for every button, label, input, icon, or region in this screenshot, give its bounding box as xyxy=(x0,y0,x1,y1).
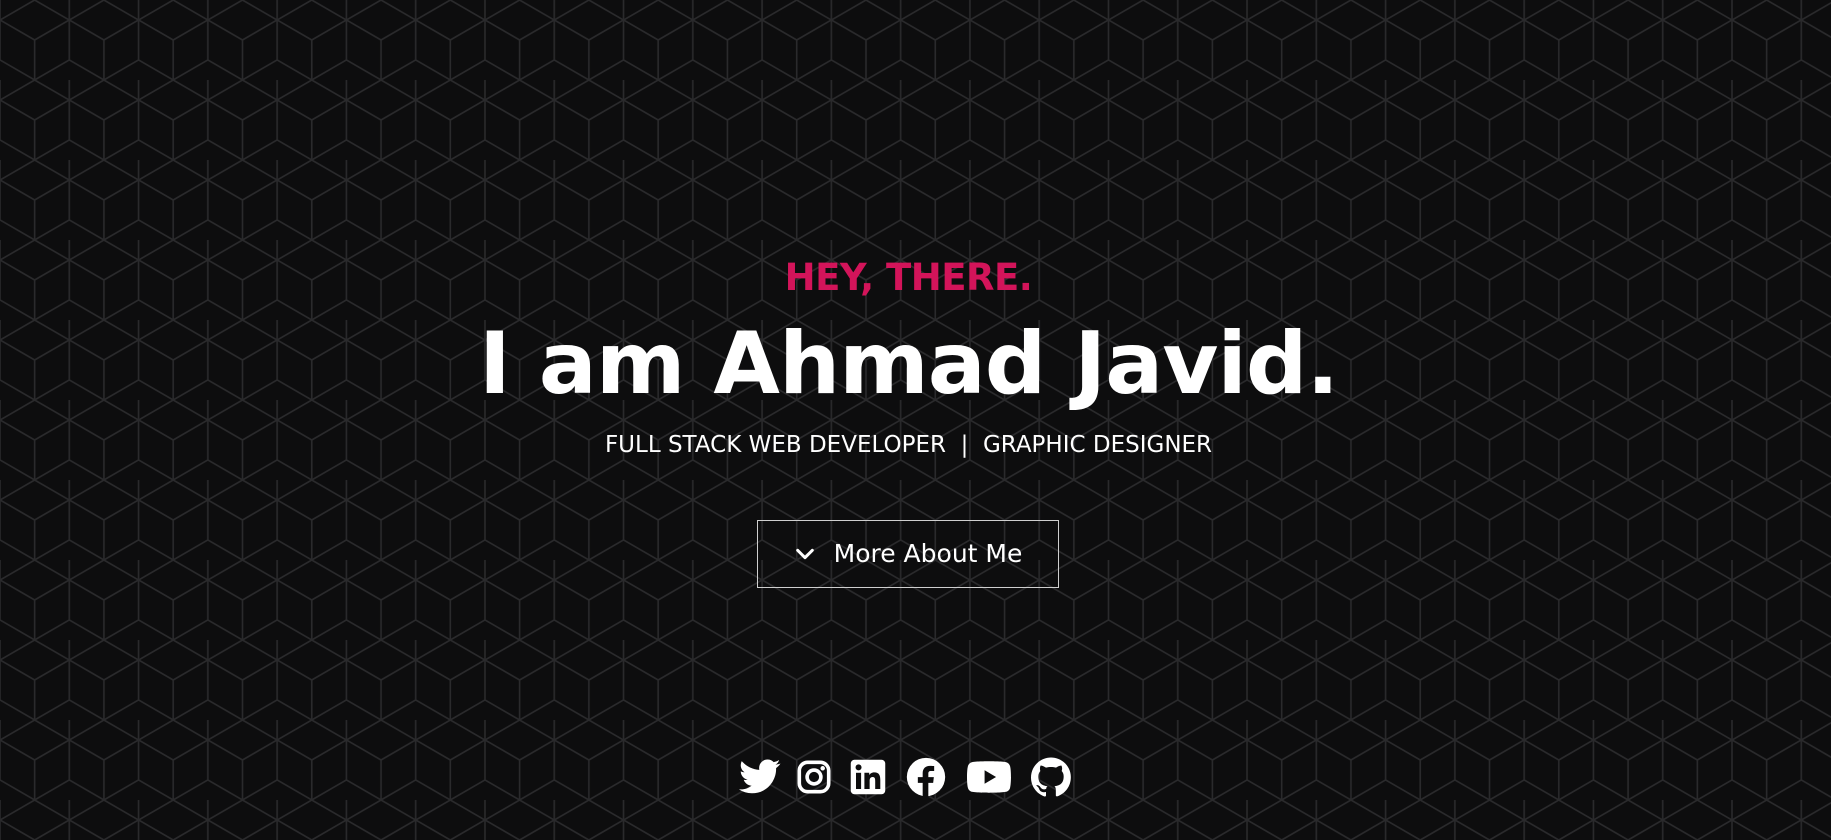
facebook-icon xyxy=(906,757,946,797)
more-about-me-label: More About Me xyxy=(833,539,1023,568)
hero-section: HEY, THERE. I am Ahmad Javid. FULL STACK… xyxy=(0,0,1831,840)
hero-greeting: HEY, THERE. xyxy=(784,256,1033,299)
facebook-link[interactable] xyxy=(905,755,947,799)
twitter-link[interactable] xyxy=(738,755,782,799)
hero-headline: I am Ahmad Javid. xyxy=(478,314,1339,414)
github-link[interactable] xyxy=(1030,755,1072,799)
hero-roles: FULL STACK WEB DEVELOPER | GRAPHIC DESIG… xyxy=(604,432,1213,458)
linkedin-link[interactable] xyxy=(849,755,887,799)
github-icon xyxy=(1031,757,1071,797)
social-links xyxy=(738,755,1072,799)
youtube-link[interactable] xyxy=(966,755,1012,799)
chevron-down-icon xyxy=(795,548,814,560)
instagram-link[interactable] xyxy=(795,755,833,799)
hero-content: HEY, THERE. I am Ahmad Javid. FULL STACK… xyxy=(0,0,1831,840)
more-about-me-button[interactable]: More About Me xyxy=(757,520,1059,588)
linkedin-icon xyxy=(850,759,886,795)
twitter-icon xyxy=(739,759,781,794)
instagram-icon xyxy=(797,760,831,794)
youtube-icon xyxy=(967,761,1011,793)
